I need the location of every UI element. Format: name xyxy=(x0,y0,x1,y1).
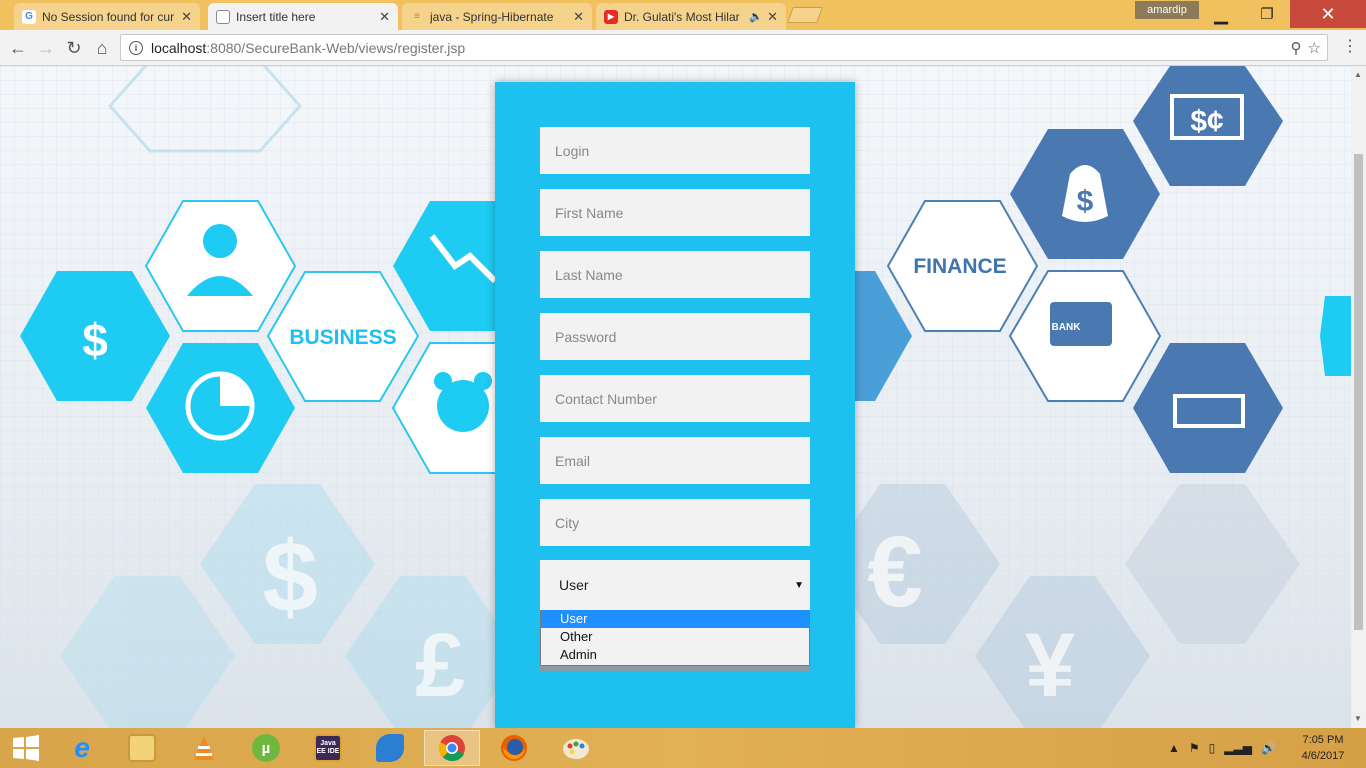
submit-button[interactable] xyxy=(540,666,810,671)
start-button[interactable] xyxy=(0,730,52,766)
role-option-user[interactable]: User xyxy=(541,610,809,628)
taskbar-paint[interactable] xyxy=(548,730,604,766)
start-icon xyxy=(13,735,39,761)
role-select-value: User xyxy=(559,577,589,593)
tab-label: No Session found for cur xyxy=(42,9,175,24)
action-center-flag-icon[interactable]: ⚑ xyxy=(1189,741,1200,755)
dolphin-icon xyxy=(376,734,404,762)
pin-icon[interactable]: ⚲ xyxy=(1291,39,1302,57)
stackoverflow-icon: ≡ xyxy=(414,11,420,22)
new-tab-button[interactable] xyxy=(787,7,823,23)
scroll-thumb[interactable] xyxy=(1354,154,1363,630)
svg-text:€: € xyxy=(867,516,923,628)
role-select[interactable]: User ▼ xyxy=(540,560,810,610)
tab-label: Dr. Gulati's Most Hilar xyxy=(624,9,740,24)
taskbar-utorrent[interactable]: µ xyxy=(238,730,294,766)
role-option-other[interactable]: Other xyxy=(541,628,809,646)
clock-time: 7:05 PM xyxy=(1302,734,1344,746)
battery-icon[interactable]: ▯ xyxy=(1209,741,1216,755)
tab-insert-title[interactable]: Insert title here ✕ xyxy=(208,3,398,30)
utorrent-icon: µ xyxy=(252,734,280,762)
bank-card-label: BANK xyxy=(1052,322,1082,333)
page-scrollbar[interactable]: ▲ ▼ xyxy=(1351,66,1366,728)
windows-taskbar: e µ Java EE IDE ▲ ⚑ ▯ ▂▃▅ 🔊 7:05 PM 4/6/… xyxy=(0,728,1366,768)
url-path: :8080/SecureBank-Web/views/register.jsp xyxy=(206,39,466,56)
taskbar-java-ee-ide[interactable]: Java EE IDE xyxy=(300,730,356,766)
close-tab-icon[interactable]: ✕ xyxy=(573,9,584,25)
svg-text:$¢: $¢ xyxy=(1190,105,1223,138)
taskbar-vlc[interactable] xyxy=(176,730,232,766)
tab-youtube[interactable]: ▶ Dr. Gulati's Most Hilar 🔈 ✕ xyxy=(596,3,786,30)
file-explorer-icon xyxy=(128,734,156,762)
close-tab-icon[interactable]: ✕ xyxy=(181,9,192,25)
scroll-down-icon[interactable]: ▼ xyxy=(1354,714,1362,723)
document-icon xyxy=(216,9,230,24)
minimize-icon[interactable]: ▁ xyxy=(1198,0,1244,28)
svg-text:£: £ xyxy=(415,616,465,716)
window-close-icon[interactable]: ✕ xyxy=(1290,0,1366,28)
profile-badge[interactable]: amardip xyxy=(1135,1,1199,19)
taskbar-firefox[interactable] xyxy=(486,730,542,766)
tab-label: Insert title here xyxy=(236,9,316,24)
youtube-icon: ▶ xyxy=(604,9,618,24)
url-host: localhost xyxy=(151,39,207,56)
volume-icon[interactable]: 🔊 xyxy=(1261,741,1276,755)
back-icon[interactable]: ← xyxy=(6,36,30,60)
taskbar-dolphin[interactable] xyxy=(362,730,418,766)
firefox-icon xyxy=(501,735,527,761)
home-icon[interactable]: ⌂ xyxy=(90,36,114,60)
svg-text:$: $ xyxy=(262,521,318,633)
menu-icon[interactable]: ⋮ xyxy=(1342,36,1358,56)
internet-explorer-icon: e xyxy=(74,732,90,763)
role-dropdown-list: User Other Admin xyxy=(540,610,810,666)
scroll-up-icon[interactable]: ▲ xyxy=(1354,70,1362,79)
page-viewport: $ £ € ¥ $ BUSINESS FINANCE $ $¢ BANK Log… xyxy=(0,66,1351,728)
last-name-input[interactable]: Last Name xyxy=(540,251,810,298)
login-input[interactable]: Login xyxy=(540,127,810,174)
email-input[interactable]: Email xyxy=(540,437,810,484)
close-tab-icon[interactable]: ✕ xyxy=(767,9,778,25)
taskbar-chrome[interactable] xyxy=(424,730,480,766)
address-bar[interactable]: i localhost:8080/SecureBank-Web/views/re… xyxy=(120,34,1328,61)
tray-expand-icon[interactable]: ▲ xyxy=(1168,741,1180,755)
java-ee-ide-icon: Java EE IDE xyxy=(314,734,342,762)
taskbar-file-explorer[interactable] xyxy=(114,730,170,766)
google-icon: G xyxy=(22,9,36,24)
first-name-input[interactable]: First Name xyxy=(540,189,810,236)
reload-icon[interactable]: ↻ xyxy=(62,36,86,60)
registration-form: Login First Name Last Name Password Cont… xyxy=(495,82,855,728)
audio-playing-icon[interactable]: 🔈 xyxy=(749,10,763,23)
bookmark-star-icon[interactable]: ☆ xyxy=(1308,39,1321,57)
network-signal-icon[interactable]: ▂▃▅ xyxy=(1224,741,1252,755)
svg-text:$: $ xyxy=(1077,185,1094,218)
chrome-icon xyxy=(438,735,465,762)
role-option-admin[interactable]: Admin xyxy=(541,646,809,664)
site-info-icon[interactable]: i xyxy=(129,40,143,55)
business-hex-label: BUSINESS xyxy=(289,326,396,349)
city-input[interactable]: City xyxy=(540,499,810,546)
tab-google-search[interactable]: G No Session found for cur ✕ xyxy=(14,3,200,30)
taskbar-internet-explorer[interactable]: e xyxy=(54,730,110,766)
taskbar-clock[interactable]: 7:05 PM 4/6/2017 xyxy=(1294,732,1352,764)
browser-toolbar: ← → ↻ ⌂ i localhost:8080/SecureBank-Web/… xyxy=(0,30,1366,66)
vlc-icon xyxy=(194,736,214,760)
dropdown-arrow-icon: ▼ xyxy=(794,579,804,591)
svg-text:$: $ xyxy=(82,314,108,366)
finance-hex-label: FINANCE xyxy=(913,255,1006,278)
close-tab-icon[interactable]: ✕ xyxy=(379,9,390,25)
paint-icon xyxy=(563,739,589,759)
clock-date: 4/6/2017 xyxy=(1301,750,1345,762)
tab-label: java - Spring-Hibernate xyxy=(430,9,554,24)
contact-number-input[interactable]: Contact Number xyxy=(540,375,810,422)
system-tray: ▲ ⚑ ▯ ▂▃▅ 🔊 xyxy=(1168,728,1285,768)
browser-titlebar: G No Session found for cur ✕ Insert titl… xyxy=(0,0,1366,30)
svg-text:¥: ¥ xyxy=(1025,616,1075,716)
tab-stackoverflow[interactable]: ≡ java - Spring-Hibernate ✕ xyxy=(402,3,592,30)
password-input[interactable]: Password xyxy=(540,313,810,360)
maximize-icon[interactable]: ❐ xyxy=(1244,0,1290,28)
forward-icon[interactable]: → xyxy=(34,36,58,60)
